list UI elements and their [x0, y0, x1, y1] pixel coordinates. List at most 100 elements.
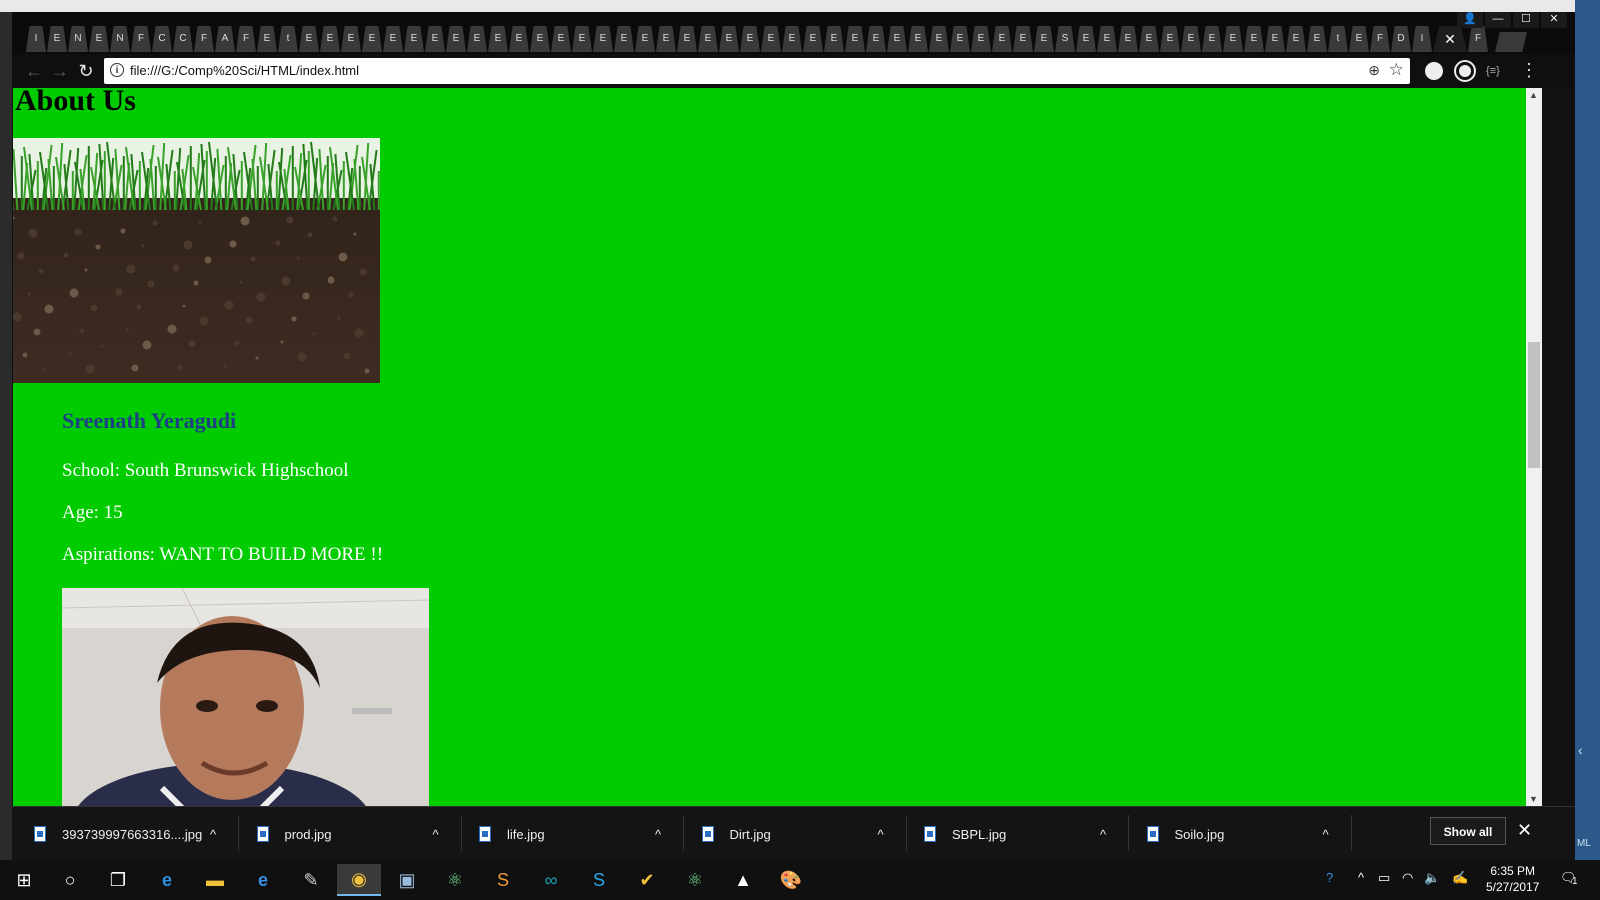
back-button[interactable]: ← — [24, 61, 44, 81]
browser-tab[interactable]: E — [509, 26, 529, 52]
browser-tab[interactable]: E — [362, 26, 382, 52]
profile-icon[interactable]: 👤 — [1457, 12, 1483, 28]
browser-tab[interactable]: E — [992, 26, 1012, 52]
browser-tab[interactable]: E — [1139, 26, 1159, 52]
browser-tab[interactable]: E — [530, 26, 550, 52]
windows-start-icon[interactable]: ⊞ — [2, 864, 46, 896]
browser-tab[interactable]: E — [1097, 26, 1117, 52]
browser-tab[interactable]: E — [1118, 26, 1138, 52]
close-shelf-icon[interactable]: ✕ — [1517, 820, 1532, 841]
norton-icon[interactable]: ✔ — [625, 864, 669, 896]
network-app-icon[interactable]: ▣ — [385, 864, 429, 896]
browser-tab[interactable]: E — [1202, 26, 1222, 52]
skype-icon[interactable]: S — [577, 864, 621, 896]
search-circle-icon[interactable]: ○ — [48, 864, 92, 896]
download-item[interactable]: SBPL.jpg — [924, 821, 1006, 847]
browser-tab[interactable]: E — [341, 26, 361, 52]
browser-tab[interactable]: N — [110, 26, 130, 52]
browser-tab[interactable]: E — [1181, 26, 1201, 52]
show-all-button[interactable]: Show all — [1430, 817, 1506, 845]
browser-tab[interactable]: E — [1076, 26, 1096, 52]
paint-palette-icon[interactable]: 🎨 — [769, 864, 813, 896]
download-item[interactable]: prod.jpg — [256, 821, 331, 847]
browser-tab[interactable]: E — [929, 26, 949, 52]
browser-tab[interactable]: E — [47, 26, 67, 52]
chrome-icon[interactable]: ◉ — [337, 864, 381, 896]
atom-icon[interactable]: ⚛ — [433, 864, 477, 896]
browser-tab[interactable]: E — [1349, 26, 1369, 52]
browser-tab[interactable]: E — [572, 26, 592, 52]
extension-icon-1[interactable] — [1425, 62, 1443, 80]
browser-tab[interactable]: E — [1265, 26, 1285, 52]
photos-icon[interactable]: ▲ — [721, 864, 765, 896]
info-icon[interactable]: i — [110, 63, 124, 77]
task-view-icon[interactable]: ❐ — [96, 864, 140, 896]
scroll-up-icon[interactable]: ▲ — [1529, 90, 1538, 100]
browser-tab[interactable]: E — [425, 26, 445, 52]
extension-icon-2[interactable] — [1456, 62, 1474, 80]
bookmark-star-icon[interactable]: ☆ — [1389, 60, 1404, 80]
system-clock[interactable]: 6:35 PM 5/27/2017 — [1486, 863, 1539, 895]
download-options-chevron-icon[interactable]: ^ — [1323, 821, 1329, 847]
download-options-chevron-icon[interactable]: ^ — [878, 821, 884, 847]
close-window-button[interactable]: ✕ — [1541, 12, 1567, 28]
browser-tab[interactable]: E — [257, 26, 277, 52]
extension-icon-3[interactable]: {≡} — [1486, 62, 1500, 80]
download-item[interactable]: Dirt.jpg — [701, 821, 771, 847]
browser-tab[interactable]: E — [1244, 26, 1264, 52]
scroll-down-icon[interactable]: ▼ — [1529, 794, 1538, 804]
browser-tab[interactable]: E — [488, 26, 508, 52]
browser-tab[interactable]: E — [719, 26, 739, 52]
download-options-chevron-icon[interactable]: ^ — [210, 821, 216, 847]
browser-tab[interactable]: E — [1160, 26, 1180, 52]
browser-tab[interactable]: C — [152, 26, 172, 52]
browser-tab[interactable]: E — [1307, 26, 1327, 52]
browser-tab[interactable]: E — [950, 26, 970, 52]
sublime-icon[interactable]: S — [481, 864, 525, 896]
browser-tab[interactable]: E — [656, 26, 676, 52]
help-icon[interactable]: ? — [1326, 870, 1333, 885]
forward-button[interactable]: → — [50, 61, 70, 81]
browser-tab[interactable]: E — [320, 26, 340, 52]
browser-tab[interactable]: E — [698, 26, 718, 52]
battery-icon[interactable]: ▭ — [1378, 870, 1390, 886]
browser-tab[interactable]: F — [1370, 26, 1390, 52]
download-item[interactable]: 393739997663316....jpg — [34, 821, 202, 847]
browser-tab[interactable]: C — [173, 26, 193, 52]
browser-tab[interactable]: F — [1468, 26, 1488, 52]
download-options-chevron-icon[interactable]: ^ — [655, 821, 661, 847]
browser-tab[interactable]: S — [1055, 26, 1075, 52]
vertical-scrollbar[interactable]: ▲ ▼ — [1526, 88, 1542, 806]
browser-tab[interactable]: E — [383, 26, 403, 52]
browser-tab[interactable]: A — [215, 26, 235, 52]
browser-tab[interactable]: E — [635, 26, 655, 52]
internet-explorer-icon[interactable]: e — [241, 864, 285, 896]
browser-tab[interactable]: E — [1034, 26, 1054, 52]
browser-tab[interactable]: E — [89, 26, 109, 52]
menu-kebab-icon[interactable]: ⋮ — [1520, 60, 1538, 81]
tray-chevron-up-icon[interactable]: ^ — [1358, 870, 1364, 885]
wifi-icon[interactable]: ◠ — [1402, 870, 1413, 886]
browser-tab[interactable]: F — [131, 26, 151, 52]
scrollbar-thumb[interactable] — [1528, 342, 1540, 468]
browser-tab[interactable]: I — [26, 26, 46, 52]
download-options-chevron-icon[interactable]: ^ — [433, 821, 439, 847]
minimize-button[interactable]: — — [1485, 12, 1511, 28]
address-bar[interactable]: i file:///G:/Comp%20Sci/HTML/index.html … — [104, 58, 1410, 84]
browser-tab[interactable]: E — [593, 26, 613, 52]
pen-icon[interactable]: ✍ — [1452, 870, 1468, 886]
arduino-icon[interactable]: ∞ — [529, 864, 573, 896]
zoom-icon[interactable]: ⊕ — [1368, 62, 1380, 79]
browser-tab[interactable]: I — [1412, 26, 1432, 52]
browser-tab[interactable]: E — [971, 26, 991, 52]
maximize-button[interactable]: ☐ — [1513, 12, 1539, 28]
browser-tab[interactable]: D — [1391, 26, 1411, 52]
browser-tab[interactable]: E — [299, 26, 319, 52]
browser-tab[interactable]: N — [68, 26, 88, 52]
download-options-chevron-icon[interactable]: ^ — [1100, 821, 1106, 847]
browser-tab[interactable]: F — [236, 26, 256, 52]
browser-tab[interactable]: F — [194, 26, 214, 52]
browser-tab[interactable]: E — [908, 26, 928, 52]
browser-tab[interactable]: E — [1223, 26, 1243, 52]
browser-tab[interactable]: E — [446, 26, 466, 52]
